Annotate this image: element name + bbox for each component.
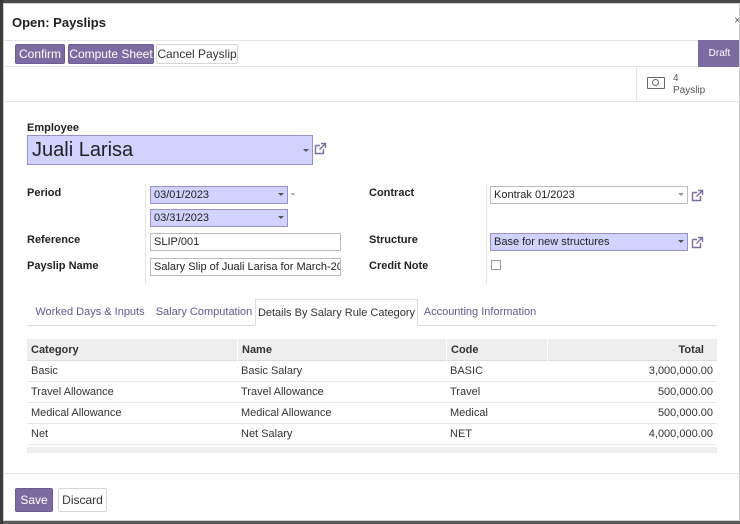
payslip-name-field[interactable]: Salary Slip of Juali Larisa for March-20… — [150, 258, 341, 276]
employee-value: Juali Larisa — [32, 139, 134, 161]
contract-value: Kontrak 01/2023 — [494, 189, 575, 201]
chevron-down-icon[interactable] — [278, 193, 284, 196]
table-header: Category Name Code Total — [27, 339, 717, 361]
tab-details-by-category[interactable]: Details By Salary Rule Category — [255, 299, 418, 326]
period-from-field[interactable]: 03/01/2023 — [150, 186, 288, 204]
chevron-down-icon[interactable] — [278, 216, 284, 219]
reference-label: Reference — [27, 234, 81, 246]
cell-total: 3,000,000.00 — [648, 365, 713, 377]
period-from-value: 03/01/2023 — [154, 189, 210, 201]
tab-salary-computation[interactable]: Salary Computation — [153, 299, 255, 326]
column-header-total[interactable]: Total — [547, 339, 717, 361]
cell-total: 500,000.00 — [657, 386, 713, 398]
structure-field[interactable]: Base for new structures — [490, 233, 688, 251]
external-link-icon[interactable] — [314, 142, 327, 155]
employee-field[interactable]: Juali Larisa — [27, 135, 313, 165]
cell-code: Travel — [450, 386, 481, 398]
contract-label: Contract — [369, 187, 415, 199]
cell-code: Medical — [450, 407, 488, 419]
contract-field[interactable]: Kontrak 01/2023 — [490, 186, 688, 204]
employee-label: Employee — [27, 122, 79, 134]
table-row[interactable]: Net Net Salary NET 4,000,000.00 — [27, 424, 717, 445]
table-footer — [27, 447, 717, 453]
credit-note-label: Credit Note — [369, 260, 429, 272]
cancel-payslip-button[interactable]: Cancel Payslip — [156, 44, 238, 64]
external-link-icon[interactable] — [691, 236, 704, 249]
tab-worked-days[interactable]: Worked Days & Inputs — [27, 299, 153, 326]
payslip-smart-button[interactable]: 4 Payslip — [636, 67, 739, 102]
compute-sheet-button[interactable]: Compute Sheet — [68, 44, 154, 64]
table-row[interactable]: Medical Allowance Medical Allowance Medi… — [27, 403, 717, 424]
column-header-category[interactable]: Category — [27, 339, 237, 361]
money-icon — [647, 77, 665, 89]
dialog-header: Open: Payslips × — [4, 4, 739, 41]
discard-button[interactable]: Discard — [58, 488, 107, 512]
confirm-button[interactable]: Confirm — [15, 44, 65, 64]
save-button[interactable]: Save — [15, 488, 53, 512]
dialog-footer: Save Discard — [4, 473, 739, 520]
cell-category: Travel Allowance — [31, 386, 114, 398]
smart-button-box: 4 Payslip — [4, 67, 739, 102]
period-label: Period — [27, 187, 62, 199]
period-to-field[interactable]: 03/31/2023 — [150, 209, 288, 227]
label-separator — [486, 184, 487, 284]
cell-total: 4,000,000.00 — [648, 428, 713, 440]
cell-name: Travel Allowance — [241, 386, 324, 398]
close-icon[interactable]: × — [734, 13, 739, 27]
cell-total: 500,000.00 — [657, 407, 713, 419]
dialog-title: Open: Payslips — [12, 15, 106, 30]
table-row[interactable]: Travel Allowance Travel Allowance Travel… — [27, 382, 717, 403]
cell-category: Net — [31, 428, 49, 440]
cell-name: Basic Salary — [241, 365, 303, 377]
column-header-code[interactable]: Code — [446, 339, 547, 361]
chevron-down-icon[interactable] — [678, 240, 684, 243]
cell-code: BASIC — [450, 365, 484, 377]
period-to-value: 03/31/2023 — [154, 212, 210, 224]
structure-label: Structure — [369, 234, 418, 246]
cell-category: Basic — [31, 365, 58, 377]
external-link-icon[interactable] — [691, 189, 704, 202]
column-header-name[interactable]: Name — [237, 339, 446, 361]
payslip-name-label: Payslip Name — [27, 260, 99, 272]
tab-accounting-information[interactable]: Accounting Information — [418, 299, 542, 326]
payslip-count: 4 — [673, 73, 679, 84]
reference-field[interactable]: SLIP/001 — [150, 233, 341, 251]
credit-note-checkbox[interactable] — [491, 260, 501, 270]
notebook-tabs: Worked Days & Inputs Salary Computation … — [27, 299, 717, 326]
payslip-dialog: Open: Payslips × Confirm Compute Sheet C… — [3, 3, 740, 521]
table-row[interactable]: Basic Basic Salary BASIC 3,000,000.00 — [27, 361, 717, 382]
period-separator: - — [291, 188, 295, 200]
cell-name: Net Salary — [241, 428, 293, 440]
status-draft[interactable]: Draft — [698, 40, 739, 67]
chevron-down-icon[interactable] — [303, 149, 309, 152]
cell-code: NET — [450, 428, 472, 440]
structure-value: Base for new structures — [494, 236, 610, 248]
payslip-count-label: Payslip — [673, 85, 706, 96]
cell-category: Medical Allowance — [31, 407, 122, 419]
statusbar: Confirm Compute Sheet Cancel Payslip Dra… — [4, 40, 739, 67]
label-separator — [145, 184, 146, 284]
chevron-down-icon[interactable] — [678, 193, 684, 196]
cell-name: Medical Allowance — [241, 407, 332, 419]
